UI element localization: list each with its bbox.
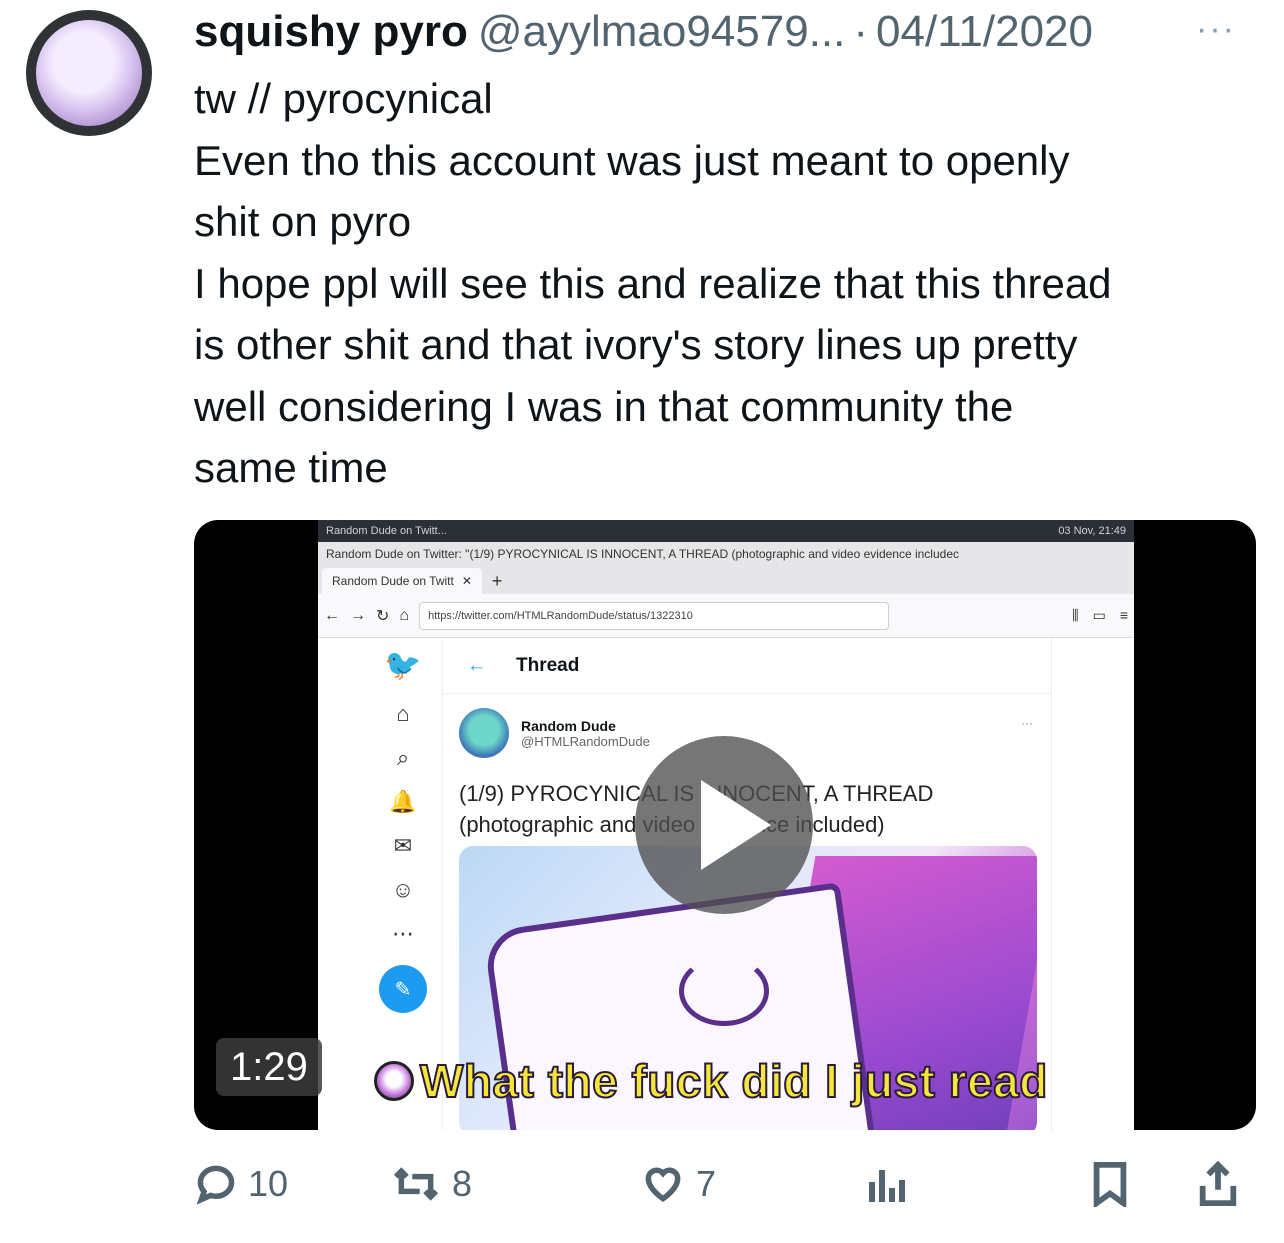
tweet-text-line: same time bbox=[194, 444, 388, 491]
tweet-text: tw // pyrocynical Even tho this account … bbox=[194, 68, 1264, 499]
twitter-bird-icon: 🐦 bbox=[384, 649, 422, 682]
video-caption: What the fuck did I just read bbox=[374, 1054, 1048, 1108]
like-count: 7 bbox=[696, 1163, 717, 1204]
more-options-icon[interactable]: ··· bbox=[1196, 10, 1236, 49]
heart-icon bbox=[645, 1167, 681, 1202]
tweet-date[interactable]: 04/11/2020 bbox=[876, 7, 1093, 57]
tweet-text-line: tw // pyrocynical bbox=[194, 75, 493, 122]
browser-navbar: ← → ↻ ⌂ https://twitter.com/HTMLRandomDu… bbox=[318, 594, 1134, 638]
home-icon: ⌂ bbox=[399, 606, 410, 624]
user-handle[interactable]: @ayylmao94579... bbox=[478, 7, 846, 57]
embedded-author-handle: @HTMLRandomDude bbox=[521, 733, 650, 749]
browser-toolbar-icons: ⫼ ▭ ≡ bbox=[1072, 607, 1128, 624]
bookmark-icon bbox=[1093, 1161, 1127, 1207]
browser-tab: Random Dude on Twitt ✕ bbox=[322, 568, 482, 594]
thread-header: ← Thread bbox=[443, 638, 1051, 694]
video-player[interactable]: Random Dude on Twitt... 03 Nov, 21:49 Ra… bbox=[194, 520, 1256, 1130]
browser-url-bar: https://twitter.com/HTMLRandomDude/statu… bbox=[419, 601, 890, 630]
tweet-text-line: shit on pyro bbox=[194, 198, 412, 245]
retweet-count: 8 bbox=[452, 1163, 473, 1204]
tweet-actions: 10 8 7 bbox=[194, 1156, 1256, 1212]
home-icon: ⌂ bbox=[396, 701, 410, 726]
close-tab-icon: ✕ bbox=[461, 574, 472, 588]
share-button[interactable] bbox=[1196, 1156, 1240, 1212]
system-bar-app: Random Dude on Twitt... bbox=[326, 525, 447, 537]
back-arrow-icon: ← bbox=[467, 654, 486, 676]
separator: · bbox=[853, 7, 869, 56]
tweet-header: squishy pyro @ayylmao94579... · 04/11/20… bbox=[194, 6, 1264, 58]
bell-icon: 🔔 bbox=[389, 789, 417, 814]
tweet-text-line: I hope ppl will see this and realize tha… bbox=[194, 259, 1112, 307]
reply-count: 10 bbox=[248, 1163, 289, 1204]
tweet-text-line: is other shit and that ivory's story lin… bbox=[194, 321, 1078, 368]
views-chart-icon bbox=[869, 1170, 905, 1202]
forward-icon: → bbox=[350, 606, 366, 624]
more-circle-icon: ⋯ bbox=[392, 921, 414, 946]
menu-icon: ≡ bbox=[1119, 607, 1128, 623]
reply-button[interactable]: 10 bbox=[194, 1156, 288, 1212]
views-button[interactable] bbox=[866, 1156, 906, 1212]
back-icon: ← bbox=[324, 606, 340, 624]
browser-tab-label: Random Dude on Twitt bbox=[332, 574, 454, 588]
caption-avatar-icon bbox=[374, 1061, 414, 1101]
tweet-text-line: Even tho this account was just meant to … bbox=[194, 136, 1070, 184]
bookmark-button[interactable] bbox=[1088, 1156, 1132, 1212]
display-name[interactable]: squishy pyro bbox=[194, 7, 468, 57]
system-bar: Random Dude on Twitt... 03 Nov, 21:49 bbox=[318, 520, 1134, 542]
avatar-image bbox=[36, 20, 142, 126]
embedded-author-name: Random Dude bbox=[521, 717, 616, 734]
new-tab-icon: + bbox=[491, 571, 503, 591]
video-duration: 1:29 bbox=[216, 1038, 322, 1096]
embedded-sidebar: 🐦 ⌂ ⌕ 🔔 ✉ ☺ ⋯ ✎ bbox=[378, 648, 428, 1013]
sidebar-icon: ▭ bbox=[1092, 607, 1106, 623]
retweet-icon bbox=[393, 1167, 439, 1201]
play-icon bbox=[701, 780, 771, 870]
thread-title: Thread bbox=[516, 654, 580, 676]
like-button[interactable]: 7 bbox=[640, 1156, 716, 1212]
browser-tabstrip: Random Dude on Twitt ✕ + bbox=[318, 566, 1134, 594]
profile-icon: ☺ bbox=[391, 877, 415, 902]
caption-text: What the fuck did I just read bbox=[419, 1054, 1048, 1108]
mail-icon: ✉ bbox=[393, 833, 413, 858]
play-button[interactable] bbox=[635, 736, 813, 914]
share-icon bbox=[1199, 1161, 1237, 1207]
compose-icon: ✎ bbox=[379, 965, 427, 1013]
reload-icon: ↻ bbox=[376, 607, 390, 625]
system-bar-clock: 03 Nov, 21:49 bbox=[1058, 525, 1126, 537]
image-shape bbox=[679, 956, 769, 1026]
search-icon: ⌕ bbox=[396, 745, 410, 770]
reply-icon bbox=[196, 1165, 235, 1205]
embedded-author-avatar bbox=[459, 708, 509, 758]
browser-window-title: Random Dude on Twitter: "(1/9) PYROCYNIC… bbox=[318, 542, 1134, 566]
tweet-text-line: well considering I was in that community… bbox=[194, 382, 1014, 430]
retweet-button[interactable]: 8 bbox=[390, 1156, 472, 1212]
library-icon: ⫼ bbox=[1072, 607, 1079, 623]
embedded-more-icon: ··· bbox=[1021, 716, 1033, 730]
author-avatar[interactable] bbox=[26, 10, 152, 136]
embedded-author: Random Dude @HTMLRandomDude bbox=[459, 708, 650, 758]
